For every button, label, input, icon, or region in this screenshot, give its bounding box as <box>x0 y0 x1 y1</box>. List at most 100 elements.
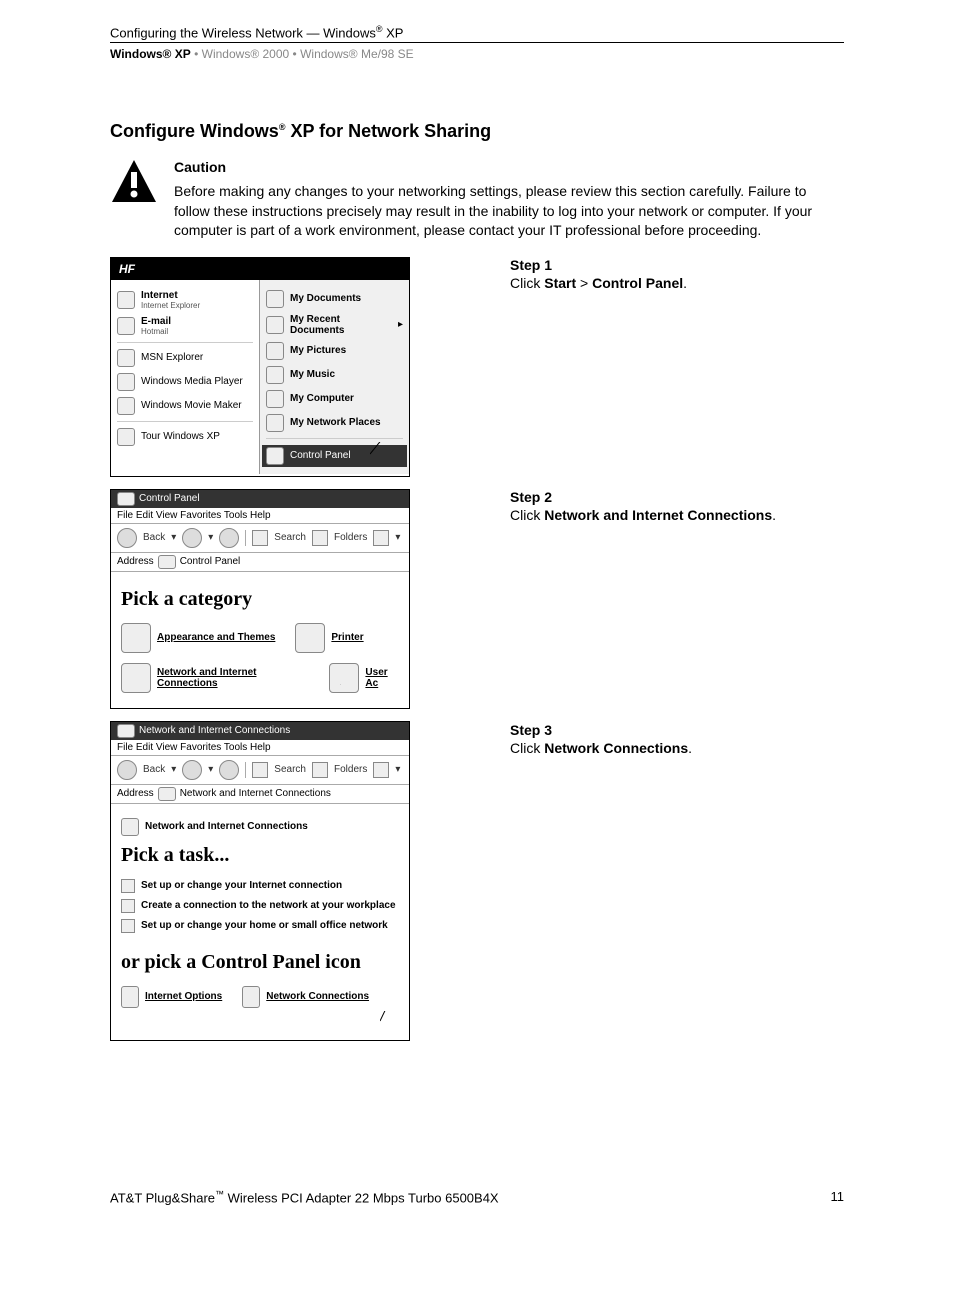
back-button[interactable] <box>117 528 137 548</box>
views-icon[interactable] <box>373 530 389 546</box>
os-tabs: Windows® XP • Windows® 2000 • Windows® M… <box>110 43 844 61</box>
start-item-my-computer[interactable]: My Computer <box>266 390 403 408</box>
address-bar: Address Control Panel <box>111 553 409 572</box>
tab-winme98[interactable]: Windows® Me/98 SE <box>300 47 414 61</box>
dropdown-icon[interactable]: ▾ <box>395 532 400 543</box>
back-button[interactable] <box>117 760 137 780</box>
control-panel-icon <box>266 447 284 465</box>
task-3-label: Set up or change your home or small offi… <box>141 920 388 931</box>
folders-icon[interactable] <box>312 762 328 778</box>
forward-button[interactable] <box>182 528 202 548</box>
start-item-my-pictures[interactable]: My Pictures <box>266 342 403 360</box>
screenshot-start-menu: HF InternetInternet Explorer E-mailHotma… <box>110 257 410 477</box>
arrow-icon <box>121 919 135 933</box>
category-users-label: User Ac <box>365 667 399 689</box>
start-item-my-music[interactable]: My Music <box>266 366 403 384</box>
network-connections-icon <box>242 986 260 1008</box>
tab-sep: • <box>293 47 301 61</box>
start-item-music-label: My Music <box>290 369 335 380</box>
title-post: XP for Network Sharing <box>285 121 491 141</box>
start-menu-right-column: My Documents My Recent Documents▸ My Pic… <box>260 280 409 474</box>
users-icon <box>329 663 359 693</box>
up-button[interactable] <box>219 528 239 548</box>
palette-icon <box>121 623 151 653</box>
address-label: Address <box>117 788 154 799</box>
start-item-moviemaker[interactable]: Windows Movie Maker <box>117 397 253 415</box>
dropdown-icon[interactable]: ▾ <box>208 532 213 543</box>
dropdown-icon[interactable]: ▾ <box>395 764 400 775</box>
screenshot-3-holder: Network and Internet Connections File Ed… <box>110 721 844 1041</box>
cpicon-internet-options[interactable]: Internet Options <box>121 986 222 1008</box>
page-title: Configure Windows® XP for Network Sharin… <box>110 121 844 142</box>
task-2-label: Create a connection to the network at yo… <box>141 900 396 911</box>
window-toolbar: Back▾ ▾ Search Folders ▾ <box>111 524 409 553</box>
internet-options-icon <box>121 986 139 1008</box>
start-item-internet[interactable]: InternetInternet Explorer <box>117 290 253 310</box>
start-item-my-documents[interactable]: My Documents <box>266 290 403 308</box>
start-item-email[interactable]: E-mailHotmail <box>117 316 253 336</box>
dropdown-icon[interactable]: ▾ <box>208 764 213 775</box>
title-pre: Configure Windows <box>110 121 279 141</box>
cpicon-network-connections[interactable]: Network Connections <box>242 986 369 1008</box>
forward-button[interactable] <box>182 760 202 780</box>
category-network-label: Network and Internet Connections <box>157 667 309 689</box>
footer-brand: AT&T Plug&Share <box>110 1190 215 1205</box>
tab-winxp[interactable]: Windows® XP <box>110 47 191 61</box>
screenshot-1-holder: HF InternetInternet Explorer E-mailHotma… <box>110 257 844 477</box>
start-item-control-panel[interactable]: Control Panel <box>262 445 407 467</box>
flag-icon <box>117 428 135 446</box>
search-icon[interactable] <box>252 762 268 778</box>
nic-header-label: Network and Internet Connections <box>145 821 308 832</box>
dropdown-icon[interactable]: ▾ <box>171 532 176 543</box>
caution-body: Before making any changes to your networ… <box>174 183 812 238</box>
window-body: Network and Internet Connections Pick a … <box>111 804 409 1028</box>
address-bar: Address Network and Internet Connections <box>111 785 409 804</box>
address-value[interactable]: Network and Internet Connections <box>180 788 331 799</box>
pick-category-heading: Pick a category <box>121 588 399 611</box>
breadcrumb-os: XP <box>383 25 404 40</box>
window-menubar[interactable]: File Edit View Favorites Tools Help <box>111 508 409 524</box>
cpicon-network-connections-label: Network Connections <box>266 991 369 1002</box>
folders-label: Folders <box>334 764 367 775</box>
film-icon <box>117 397 135 415</box>
start-item-msn[interactable]: MSN Explorer <box>117 349 253 367</box>
reg-mark: ® <box>376 24 383 34</box>
screenshot-2-holder: Control Panel File Edit View Favorites T… <box>110 489 844 709</box>
start-item-msn-label: MSN Explorer <box>141 352 203 363</box>
page-footer: AT&T Plug&Share™ Wireless PCI Adapter 22… <box>110 1189 844 1205</box>
page-number: 11 <box>831 1189 845 1205</box>
start-item-net-label: My Network Places <box>290 417 381 428</box>
window-toolbar: Back▾ ▾ Search Folders ▾ <box>111 756 409 785</box>
start-item-pics-label: My Pictures <box>290 345 346 356</box>
folders-icon[interactable] <box>312 530 328 546</box>
chevron-right-icon: ▸ <box>398 319 403 330</box>
tab-win2000[interactable]: Windows® 2000 <box>202 47 290 61</box>
computer-icon <box>266 390 284 408</box>
cpicon-internet-options-label: Internet Options <box>145 991 222 1002</box>
address-label: Address <box>117 556 154 567</box>
views-icon[interactable] <box>373 762 389 778</box>
task-home-network[interactable]: Set up or change your home or small offi… <box>121 919 399 933</box>
search-icon[interactable] <box>252 530 268 546</box>
start-item-tour[interactable]: Tour Windows XP <box>117 428 253 446</box>
up-button[interactable] <box>219 760 239 780</box>
music-icon <box>266 366 284 384</box>
address-value[interactable]: Control Panel <box>180 556 241 567</box>
start-item-wmp[interactable]: Windows Media Player <box>117 373 253 391</box>
start-item-tour-label: Tour Windows XP <box>141 431 220 442</box>
start-menu-left-column: InternetInternet Explorer E-mailHotmail … <box>111 280 260 474</box>
leader-line-3 <box>380 1011 580 1311</box>
task-setup-internet[interactable]: Set up or change your Internet connectio… <box>121 879 399 893</box>
start-item-network-places[interactable]: My Network Places <box>266 414 403 432</box>
warning-icon <box>110 158 158 211</box>
category-users[interactable]: User Ac <box>329 663 399 693</box>
footer-model: Wireless PCI Adapter 22 Mbps Turbo 6500B… <box>224 1190 499 1205</box>
task-workplace-connection[interactable]: Create a connection to the network at yo… <box>121 899 399 913</box>
category-printers[interactable]: Printer <box>295 623 363 653</box>
window-menubar[interactable]: File Edit View Favorites Tools Help <box>111 740 409 756</box>
start-item-recent-documents[interactable]: My Recent Documents▸ <box>266 314 403 336</box>
dropdown-icon[interactable]: ▾ <box>171 764 176 775</box>
back-label: Back <box>143 764 165 775</box>
category-network[interactable]: Network and Internet Connections <box>121 663 309 693</box>
category-appearance[interactable]: Appearance and Themes <box>121 623 275 653</box>
